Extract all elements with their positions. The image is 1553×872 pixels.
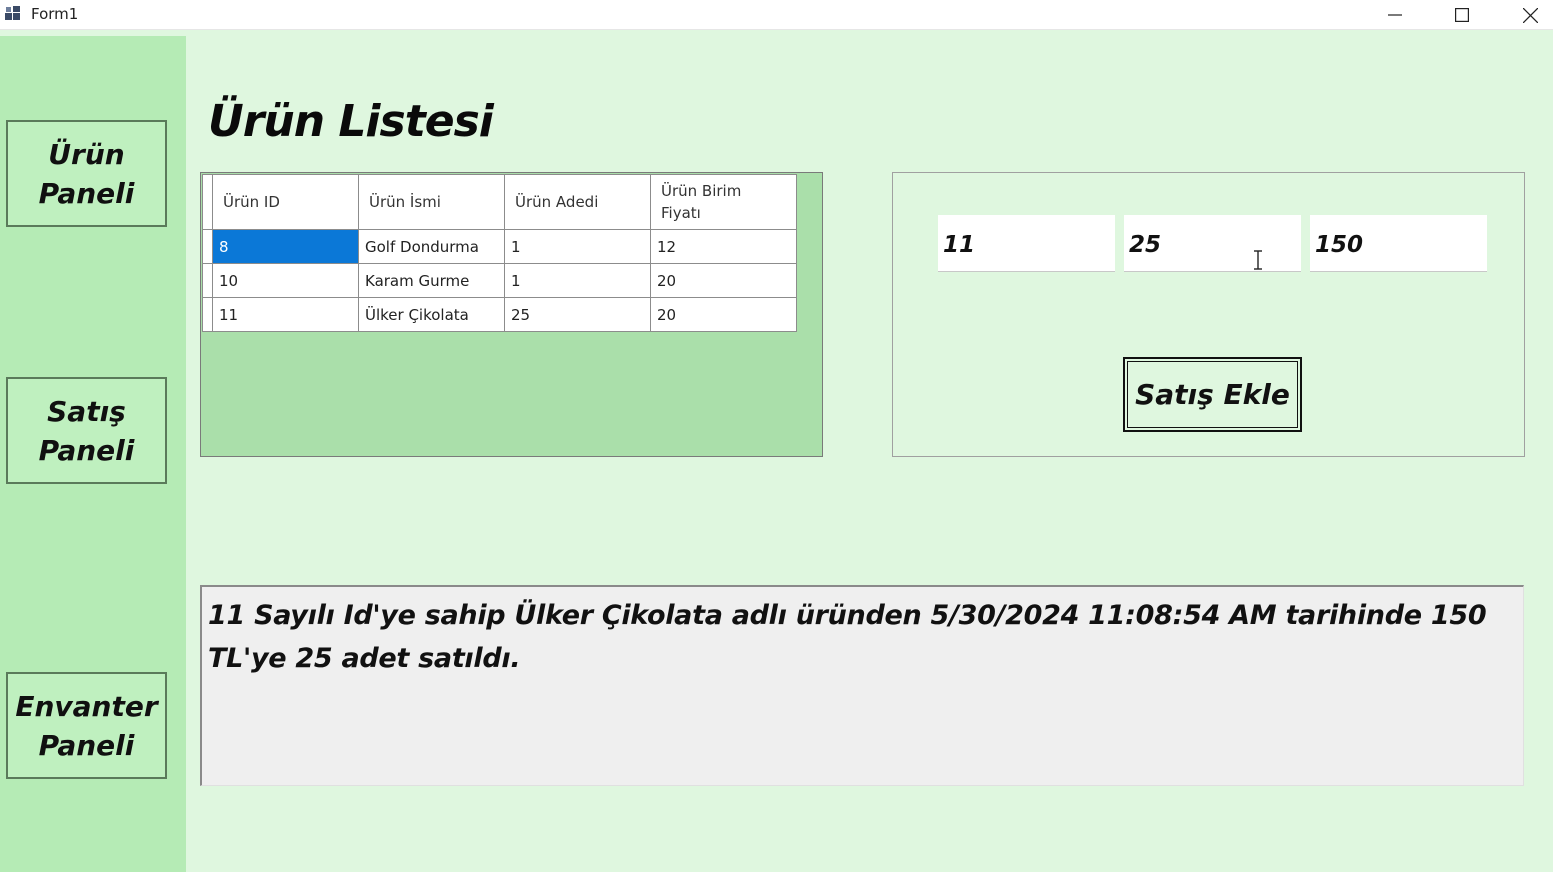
table-cell-id[interactable]: 10: [212, 263, 359, 298]
table-cell-price[interactable]: 20: [650, 297, 797, 332]
table-cell-id[interactable]: 8: [212, 229, 359, 264]
price-input[interactable]: [1310, 215, 1487, 272]
table-cell-id[interactable]: 11: [212, 297, 359, 332]
column-header-id[interactable]: Ürün ID: [212, 174, 359, 230]
urun-paneli-label: Ürün Paneli: [38, 137, 135, 210]
column-header-quantity[interactable]: Ürün Adedi: [504, 174, 651, 230]
quantity-input[interactable]: [1124, 215, 1301, 272]
close-button[interactable]: [1498, 0, 1553, 30]
column-header-name[interactable]: Ürün İsmi: [358, 174, 505, 230]
sale-log-output[interactable]: 11 Sayılı Id'ye sahip Ülker Çikolata adl…: [200, 585, 1524, 786]
row-header[interactable]: [202, 263, 213, 298]
title-bar: Form1: [0, 0, 1553, 30]
table-cell-quantity[interactable]: 1: [504, 263, 651, 298]
product-grid[interactable]: Ürün ID Ürün İsmi Ürün Adedi Ürün Birim …: [200, 172, 823, 457]
row-header[interactable]: [202, 297, 213, 332]
table-cell-quantity[interactable]: 25: [504, 297, 651, 332]
table-row[interactable]: 10 Karam Gurme 1 20: [202, 263, 797, 298]
table-cell-price[interactable]: 12: [650, 229, 797, 264]
table-cell-name[interactable]: Golf Dondurma: [358, 229, 505, 264]
product-table: Ürün ID Ürün İsmi Ürün Adedi Ürün Birim …: [202, 174, 797, 332]
minimize-icon: [1388, 14, 1402, 16]
satis-paneli-button[interactable]: Satış Paneli: [6, 377, 167, 484]
row-header-corner: [202, 174, 213, 230]
table-cell-name[interactable]: Karam Gurme: [358, 263, 505, 298]
add-sale-label: Satış Ekle: [1135, 378, 1290, 411]
table-cell-quantity[interactable]: 1: [504, 229, 651, 264]
window-title: Form1: [31, 5, 79, 23]
sale-log-message: 11 Sayılı Id'ye sahip Ülker Çikolata adl…: [208, 600, 1487, 674]
envanter-paneli-label: Envanter Paneli: [15, 689, 158, 762]
close-icon: [1522, 7, 1538, 23]
column-header-unit-price[interactable]: Ürün Birim Fiyatı: [650, 174, 797, 230]
table-row[interactable]: 11 Ülker Çikolata 25 20: [202, 297, 797, 332]
product-id-input[interactable]: [938, 215, 1115, 272]
urun-paneli-button[interactable]: Ürün Paneli: [6, 120, 167, 227]
add-sale-button[interactable]: Satış Ekle: [1123, 357, 1302, 432]
text-cursor-icon: [1254, 250, 1262, 270]
sidebar: Ürün Paneli Satış Paneli Envanter Paneli: [0, 36, 186, 872]
maximize-icon: [1455, 8, 1469, 22]
satis-paneli-label: Satış Paneli: [38, 394, 135, 467]
maximize-button[interactable]: [1430, 0, 1494, 30]
sale-form-group: Satış Ekle: [892, 172, 1525, 457]
table-row[interactable]: 8 Golf Dondurma 1 12: [202, 229, 797, 264]
envanter-paneli-button[interactable]: Envanter Paneli: [6, 672, 167, 779]
minimize-button[interactable]: [1363, 0, 1427, 30]
table-cell-name[interactable]: Ülker Çikolata: [358, 297, 505, 332]
app-icon: [5, 6, 20, 20]
table-cell-price[interactable]: 20: [650, 263, 797, 298]
page-title: Ürün Listesi: [208, 96, 494, 147]
header-row: Ürün ID Ürün İsmi Ürün Adedi Ürün Birim …: [202, 174, 797, 230]
row-header[interactable]: [202, 229, 213, 264]
